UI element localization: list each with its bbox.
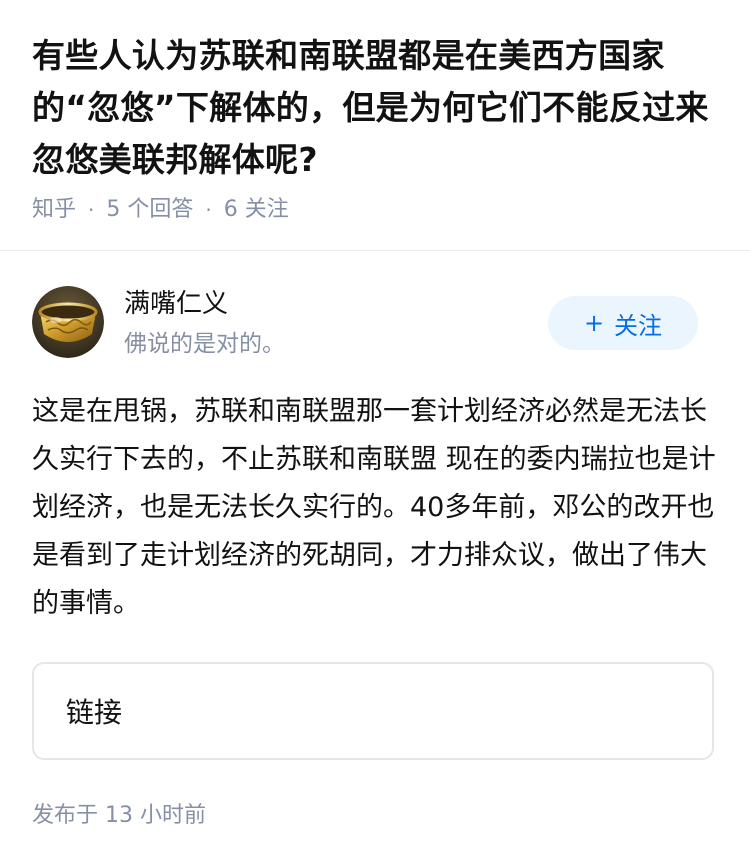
followers-count[interactable]: 6 关注	[224, 194, 289, 226]
source-label[interactable]: 知乎	[32, 194, 76, 226]
section-divider	[0, 250, 750, 251]
question-meta: 知乎 · 5 个回答 · 6 关注	[32, 194, 722, 226]
golden-bowl-avatar[interactable]	[32, 286, 104, 358]
answer-body: 这是在甩锅，苏联和南联盟那一套计划经济必然是无法长久实行下去的，不止苏联和南联盟…	[32, 388, 718, 628]
link-card[interactable]: 链接	[32, 662, 714, 760]
meta-separator: ·	[205, 198, 212, 222]
follow-label: 关注	[614, 311, 663, 340]
follow-button[interactable]: + 关注	[548, 296, 698, 350]
plus-icon: +	[583, 309, 605, 337]
golden-bowl-avatar-image	[32, 286, 104, 358]
question-header: 有些人认为苏联和南联盟都是在美西方国家的“忽悠”下解体的，但是为何它们不能反过来…	[32, 30, 722, 226]
author-row: 满嘴仁义 佛说的是对的。 + 关注	[32, 284, 698, 360]
author-name[interactable]: 满嘴仁义	[124, 286, 228, 322]
question-title[interactable]: 有些人认为苏联和南联盟都是在美西方国家的“忽悠”下解体的，但是为何它们不能反过来…	[32, 30, 722, 186]
answers-count[interactable]: 5 个回答	[106, 194, 193, 226]
publish-time: 发布于 13 小时前	[32, 803, 206, 828]
meta-separator: ·	[88, 198, 95, 222]
author-bio: 佛说的是对的。	[124, 331, 285, 357]
answer-text: 这是在甩锅，苏联和南联盟那一套计划经济必然是无法长久实行下去的，不止苏联和南联盟…	[32, 396, 716, 619]
link-label: 链接	[66, 696, 123, 729]
